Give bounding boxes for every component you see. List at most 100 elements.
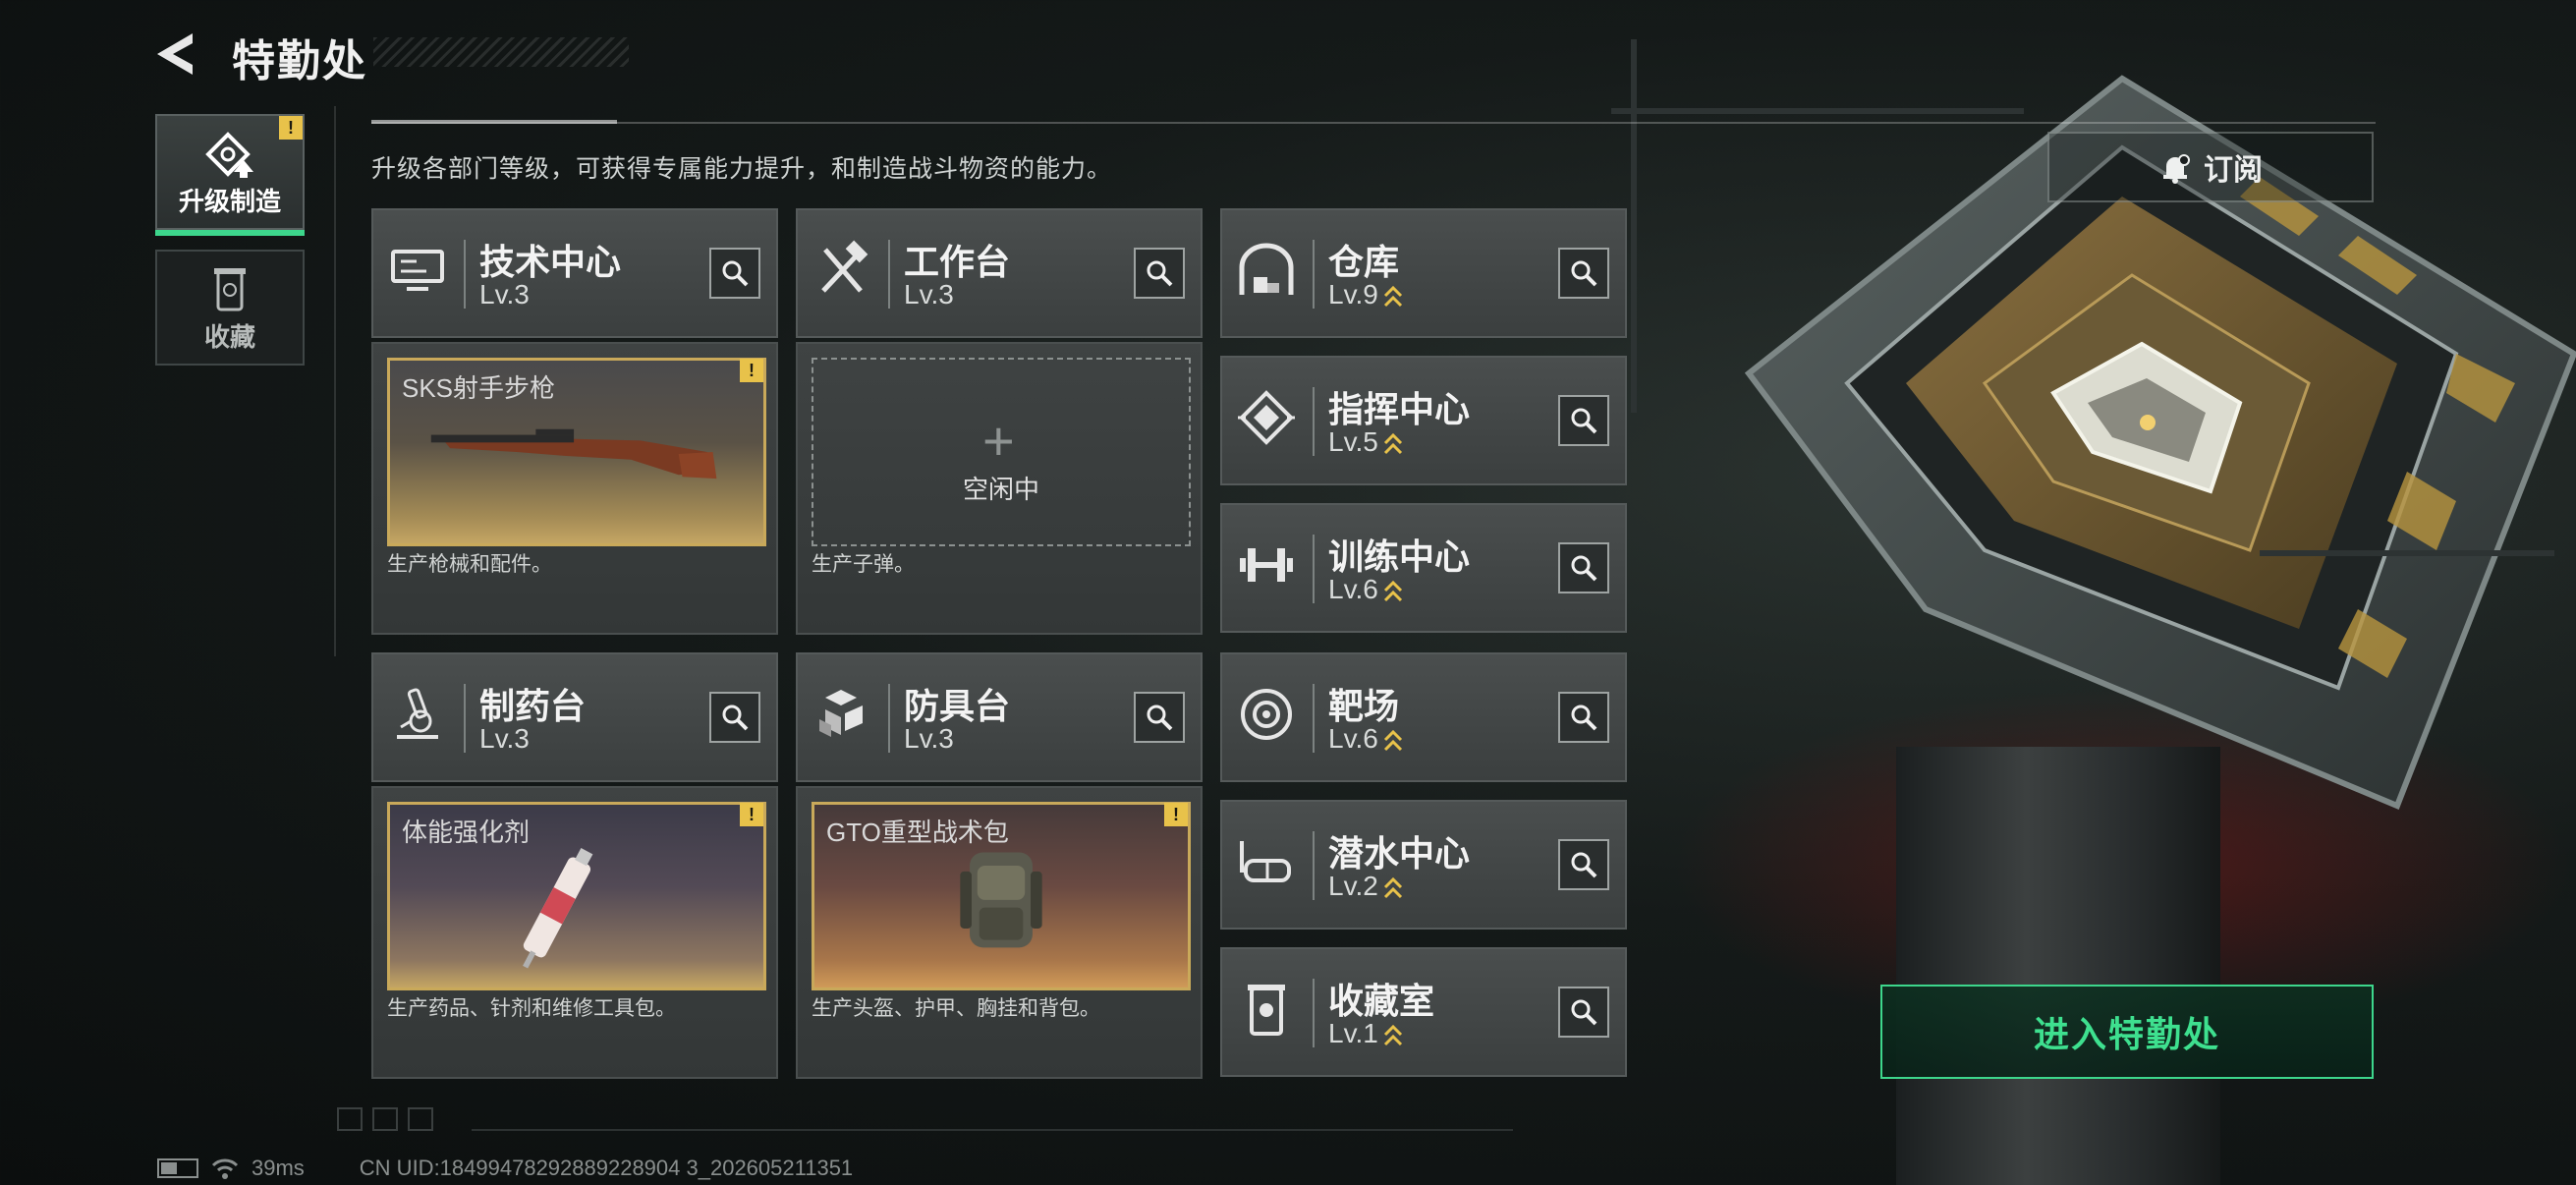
- dept-name: 收藏室: [1328, 981, 1435, 1021]
- bell-icon: [2163, 154, 2190, 184]
- divider-line: [371, 122, 2376, 124]
- search-icon: [1571, 408, 1597, 434]
- production-slot[interactable]: GTO重型战术包 !: [812, 802, 1191, 990]
- tech-center-icon: [391, 250, 444, 291]
- user-uid: CN UID:18499478292889228904 3_2026052113…: [359, 1156, 854, 1180]
- dept-card-training-center[interactable]: 训练中心 Lv.6: [1220, 503, 1627, 633]
- scaffold-rail: [1611, 108, 2024, 114]
- upgrade-available-icon: [1383, 876, 1402, 898]
- dept-card-command-center[interactable]: 指挥中心 Lv.5: [1220, 356, 1627, 485]
- inspect-button[interactable]: [1134, 692, 1185, 743]
- subscribe-label: 订阅: [2204, 154, 2263, 187]
- production-panel-workbench: + 空闲中 生产子弹。: [796, 342, 1203, 635]
- production-description: 生产药品、针剂和维修工具包。: [387, 997, 676, 1020]
- production-description: 生产头盔、护甲、胸挂和背包。: [812, 997, 1100, 1020]
- collection-icon: [214, 268, 246, 311]
- inspect-button[interactable]: [1134, 248, 1185, 299]
- inspect-button[interactable]: [1558, 839, 1609, 890]
- dept-name: 工作台: [904, 242, 1011, 282]
- dept-card-tech-center[interactable]: 技术中心 Lv.3: [371, 208, 778, 338]
- search-icon: [1571, 705, 1597, 731]
- diving-center-icon: [1240, 841, 1291, 882]
- card-separator: [1313, 831, 1315, 900]
- search-icon: [1571, 260, 1597, 287]
- dept-name: 训练中心: [1328, 536, 1471, 577]
- page-description: 升级各部门等级，可获得专属能力提升，和制造战斗物资的能力。: [371, 155, 1113, 183]
- card-separator: [1313, 240, 1315, 309]
- inspect-button[interactable]: [1558, 248, 1609, 299]
- alert-badge: !: [279, 116, 303, 140]
- inspect-button[interactable]: [1558, 395, 1609, 446]
- upgrade-available-icon: [1383, 1024, 1402, 1045]
- dept-card-armor-bench[interactable]: 防具台 Lv.3: [796, 652, 1203, 782]
- dept-card-shooting-range[interactable]: 靶场 Lv.6: [1220, 652, 1627, 782]
- dept-name: 仓库: [1328, 242, 1400, 282]
- scaffold-post: [1631, 39, 1637, 413]
- divider-highlight: [371, 120, 617, 124]
- dept-name: 制药台: [479, 686, 587, 726]
- inspect-button[interactable]: [1558, 692, 1609, 743]
- item-name: SKS射手步枪: [402, 373, 556, 403]
- upgrade-craft-icon: [205, 132, 253, 178]
- production-panel-armor-bench: GTO重型战术包 ! 生产头盔、护甲、胸挂和背包。: [796, 786, 1203, 1079]
- dept-level: Lv.3: [904, 279, 954, 310]
- scaffold-rail: [2260, 550, 2554, 556]
- training-center-icon: [1240, 548, 1293, 582]
- card-separator: [888, 240, 890, 309]
- tab-collection[interactable]: 收藏: [155, 250, 305, 366]
- dept-name: 技术中心: [479, 242, 622, 282]
- production-panel-tech-center: SKS射手步枪 ! 生产枪械和配件。: [371, 342, 778, 635]
- inspect-button[interactable]: [709, 692, 760, 743]
- enter-special-ops-button[interactable]: 进入特勤处: [1880, 985, 2374, 1079]
- dept-card-diving-center[interactable]: 潜水中心 Lv.2: [1220, 800, 1627, 930]
- inspect-button[interactable]: [709, 248, 760, 299]
- item-name: 体能强化剂: [402, 818, 531, 847]
- dept-level: Lv.6: [1328, 723, 1404, 756]
- dept-level: Lv.9: [1328, 279, 1404, 311]
- dept-card-warehouse[interactable]: 仓库 Lv.9: [1220, 208, 1627, 338]
- item-name: GTO重型战术包: [826, 818, 1009, 847]
- card-separator: [888, 684, 890, 753]
- idle-label: 空闲中: [962, 475, 1039, 504]
- dept-card-workbench[interactable]: 工作台 Lv.3: [796, 208, 1203, 338]
- search-icon: [1571, 999, 1597, 1026]
- dept-card-pharmacy[interactable]: 制药台 Lv.3: [371, 652, 778, 782]
- armor-bench-icon: [819, 690, 863, 737]
- card-separator: [1313, 979, 1315, 1047]
- dept-name: 潜水中心: [1328, 833, 1471, 874]
- search-icon: [1571, 555, 1597, 582]
- enter-label: 进入特勤处: [2033, 1014, 2220, 1054]
- dept-name: 防具台: [904, 686, 1011, 726]
- battery-icon: [157, 1158, 198, 1178]
- card-separator: [464, 240, 466, 309]
- title-decoration: [373, 37, 629, 67]
- production-slot[interactable]: SKS射手步枪 !: [387, 358, 766, 546]
- empty-production-slot[interactable]: + 空闲中: [812, 358, 1191, 546]
- alert-badge: !: [1164, 803, 1188, 826]
- card-separator: [1313, 535, 1315, 603]
- dept-level: Lv.3: [479, 723, 530, 754]
- add-icon: +: [982, 410, 1015, 472]
- side-divider: [334, 106, 336, 656]
- card-separator: [1313, 684, 1315, 753]
- dept-card-collection-room[interactable]: 收藏室 Lv.1: [1220, 947, 1627, 1077]
- production-slot[interactable]: 体能强化剂 !: [387, 802, 766, 990]
- subscribe-button[interactable]: 订阅: [2047, 132, 2374, 202]
- upgrade-available-icon: [1383, 729, 1402, 751]
- tab-upgrade-craft[interactable]: 升级制造 !: [155, 114, 305, 236]
- production-description: 生产子弹。: [812, 553, 915, 576]
- dept-name: 靶场: [1328, 686, 1400, 726]
- back-arrow-icon[interactable]: [153, 29, 202, 79]
- dept-level: Lv.3: [479, 279, 530, 310]
- upgrade-available-icon: [1383, 285, 1402, 307]
- upgrade-available-icon: [1383, 432, 1402, 454]
- dept-level: Lv.2: [1328, 871, 1404, 903]
- shooting-range-icon: [1241, 689, 1292, 740]
- tab-label: 升级制造: [178, 187, 281, 216]
- dept-level: Lv.6: [1328, 574, 1404, 606]
- status-bar: 39ms CN UID:18499478292889228904 3_20260…: [157, 1156, 853, 1181]
- inspect-button[interactable]: [1558, 542, 1609, 593]
- dept-name: 指挥中心: [1328, 389, 1471, 429]
- inspect-button[interactable]: [1558, 987, 1609, 1038]
- pharmacy-icon: [397, 688, 438, 739]
